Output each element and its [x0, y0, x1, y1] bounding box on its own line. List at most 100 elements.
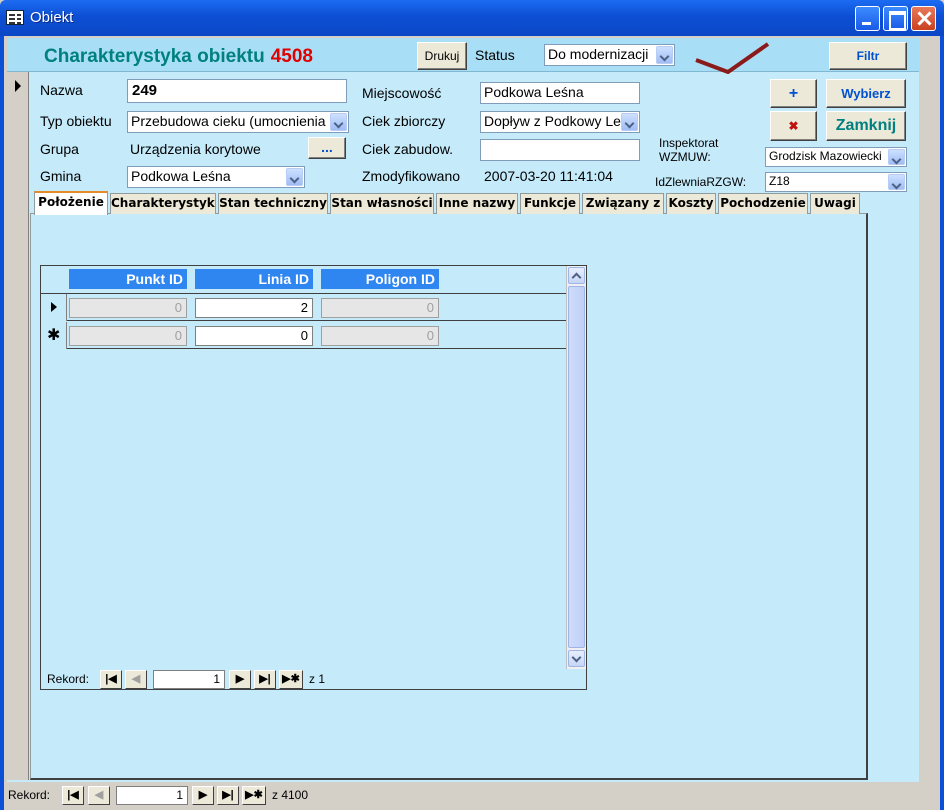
scroll-thumb[interactable] — [568, 286, 585, 648]
chevron-down-icon[interactable] — [888, 149, 905, 165]
location-subform: Punkt ID Linia ID Poligon ID 0 2 0 ✱ 0 0… — [40, 265, 587, 690]
idzlewnia-value: Z18 — [769, 174, 790, 188]
miejscowosc-field[interactable]: Podkowa Leśna — [480, 82, 640, 104]
previous-record-icon[interactable]: ◀ — [125, 670, 147, 689]
typ-obiektu-label: Typ obiektu — [40, 113, 112, 129]
chevron-down-icon[interactable] — [286, 168, 303, 186]
grupa-browse-button[interactable]: ... — [308, 137, 346, 159]
close-form-button[interactable]: Zamknij — [826, 111, 906, 141]
ciek-zabudow-field[interactable] — [480, 139, 640, 161]
gmina-select[interactable]: Podkowa Leśna — [127, 166, 305, 188]
status-select-value: Do modernizacji — [548, 46, 649, 62]
chevron-down-icon[interactable] — [656, 46, 673, 64]
delete-record-button[interactable]: ✖ — [770, 111, 817, 141]
inspektorat-label-line2: WZMUW: — [659, 150, 711, 164]
table-row[interactable]: 0 2 0 — [41, 294, 566, 321]
close-window-button[interactable] — [911, 6, 936, 31]
grupa-label: Grupa — [40, 141, 79, 157]
tab-zwiazany-z[interactable]: Związany z — [582, 193, 664, 214]
ciek-zabudow-label: Ciek zabudow. — [362, 141, 454, 157]
tab-funkcje[interactable]: Funkcje — [520, 193, 580, 214]
chevron-down-icon[interactable] — [621, 113, 638, 131]
chevron-down-icon[interactable] — [888, 174, 905, 190]
tab-charakterystyka[interactable]: Charakterystyka — [110, 193, 216, 214]
tab-koszty[interactable]: Koszty — [666, 193, 716, 214]
status-label: Status — [475, 47, 515, 63]
tab-uwagi[interactable]: Uwagi — [810, 193, 860, 214]
current-record-arrow-icon — [15, 80, 21, 92]
next-record-icon[interactable]: ▶ — [229, 670, 251, 689]
table-row-new[interactable]: ✱ 0 0 0 — [41, 322, 566, 349]
status-select[interactable]: Do modernizacji — [544, 44, 675, 66]
next-record-icon[interactable]: ▶ — [192, 786, 214, 805]
object-number: 4508 — [270, 46, 313, 67]
print-button[interactable]: Drukuj — [417, 42, 467, 70]
column-header-linia-id: Linia ID — [195, 269, 313, 289]
column-header-poligon-id: Poligon ID — [321, 269, 439, 289]
miejscowosc-label: Miejscowość — [362, 85, 442, 101]
main-record-number[interactable]: 1 — [116, 786, 188, 805]
tab-stan-techniczny[interactable]: Stan techniczny — [218, 193, 328, 214]
subform-record-label: Rekord: — [47, 672, 90, 686]
gmina-label: Gmina — [40, 168, 82, 184]
linia-id-cell[interactable]: 0 — [195, 326, 313, 346]
minimize-button[interactable] — [855, 6, 880, 31]
idzlewnia-label: IdZlewniaRZGW: — [655, 175, 747, 189]
new-record-star-icon: ✱ — [47, 325, 61, 344]
column-header-punkt-id: Punkt ID — [69, 269, 187, 289]
subform-vertical-scrollbar[interactable] — [566, 266, 586, 669]
zmodyfikowano-label: Zmodyfikowano — [362, 168, 461, 184]
ciek-zbiorczy-label: Ciek zbiorczy — [362, 113, 446, 129]
linia-id-cell[interactable]: 2 — [195, 298, 313, 318]
tab-inne-nazwy[interactable]: Inne nazwy — [436, 193, 518, 214]
new-record-icon[interactable]: ▶✱ — [279, 670, 303, 689]
title-bar[interactable]: Obiekt — [0, 0, 944, 36]
punkt-id-cell[interactable]: 0 — [69, 326, 187, 346]
typ-obiektu-value: Przebudowa cieku (umocnienia — [131, 113, 326, 129]
ciek-zbiorczy-value: Dopływ z Podkowy Le — [484, 113, 621, 129]
form-icon — [6, 10, 24, 25]
ciek-zbiorczy-select[interactable]: Dopływ z Podkowy Le — [480, 111, 640, 133]
nazwa-field[interactable]: 249 — [127, 79, 347, 103]
inspektorat-select[interactable]: Grodzisk Mazowiecki — [765, 147, 907, 167]
last-record-icon[interactable]: ▶| — [217, 786, 239, 805]
chevron-down-icon[interactable] — [330, 113, 347, 131]
scroll-up-icon[interactable] — [568, 267, 585, 284]
scroll-down-icon[interactable] — [568, 650, 585, 667]
tab-polozenie[interactable]: Położenie — [34, 191, 108, 215]
first-record-icon[interactable]: |◀ — [62, 786, 84, 805]
add-record-button[interactable]: + — [770, 79, 817, 108]
punkt-id-cell[interactable]: 0 — [69, 298, 187, 318]
checkmark-graphic-icon — [695, 42, 770, 74]
filter-button[interactable]: Filtr — [829, 42, 907, 70]
zmodyfikowano-value: 2007-03-20 11:41:04 — [484, 168, 613, 184]
application-window: Obiekt Charakterystyka obiektu 4508 Druku… — [0, 0, 944, 810]
tab-pochodzenie[interactable]: Pochodzenie — [718, 193, 808, 214]
form-title-text: Charakterystyka obiektu — [44, 46, 265, 67]
new-record-icon[interactable]: ▶✱ — [242, 786, 266, 805]
first-record-icon[interactable]: |◀ — [100, 670, 122, 689]
form-title: Charakterystyka obiektu 4508 — [44, 46, 313, 68]
main-record-count: z 4100 — [272, 788, 309, 802]
idzlewnia-select[interactable]: Z18 — [765, 172, 907, 192]
previous-record-icon[interactable]: ◀ — [88, 786, 110, 805]
nazwa-label: Nazwa — [40, 82, 83, 98]
record-selector[interactable] — [7, 72, 29, 780]
subform-record-navigator: Rekord: |◀ ◀ 1 ▶ ▶| ▶✱ z 1 — [41, 669, 586, 690]
row-selector[interactable] — [41, 294, 67, 321]
form-header: Charakterystyka obiektu 4508 Drukuj Statu… — [7, 38, 919, 74]
subform-record-number[interactable]: 1 — [153, 670, 225, 689]
form-client-area: Charakterystyka obiektu 4508 Drukuj Statu… — [4, 36, 940, 810]
main-record-label: Rekord: — [8, 788, 51, 802]
maximize-button[interactable] — [883, 6, 908, 31]
poligon-id-cell[interactable]: 0 — [321, 326, 439, 346]
grupa-value: Urządzenia korytowe — [130, 141, 261, 157]
last-record-icon[interactable]: ▶| — [254, 670, 276, 689]
tab-stan-wlasnosci[interactable]: Stan własności — [330, 193, 434, 214]
select-button[interactable]: Wybierz — [826, 79, 906, 108]
delete-icon: ✖ — [788, 119, 799, 133]
typ-obiektu-select[interactable]: Przebudowa cieku (umocnienia — [127, 111, 349, 133]
inspektorat-value: Grodzisk Mazowiecki — [769, 149, 882, 163]
new-row-selector[interactable]: ✱ — [41, 322, 67, 349]
poligon-id-cell[interactable]: 0 — [321, 298, 439, 318]
